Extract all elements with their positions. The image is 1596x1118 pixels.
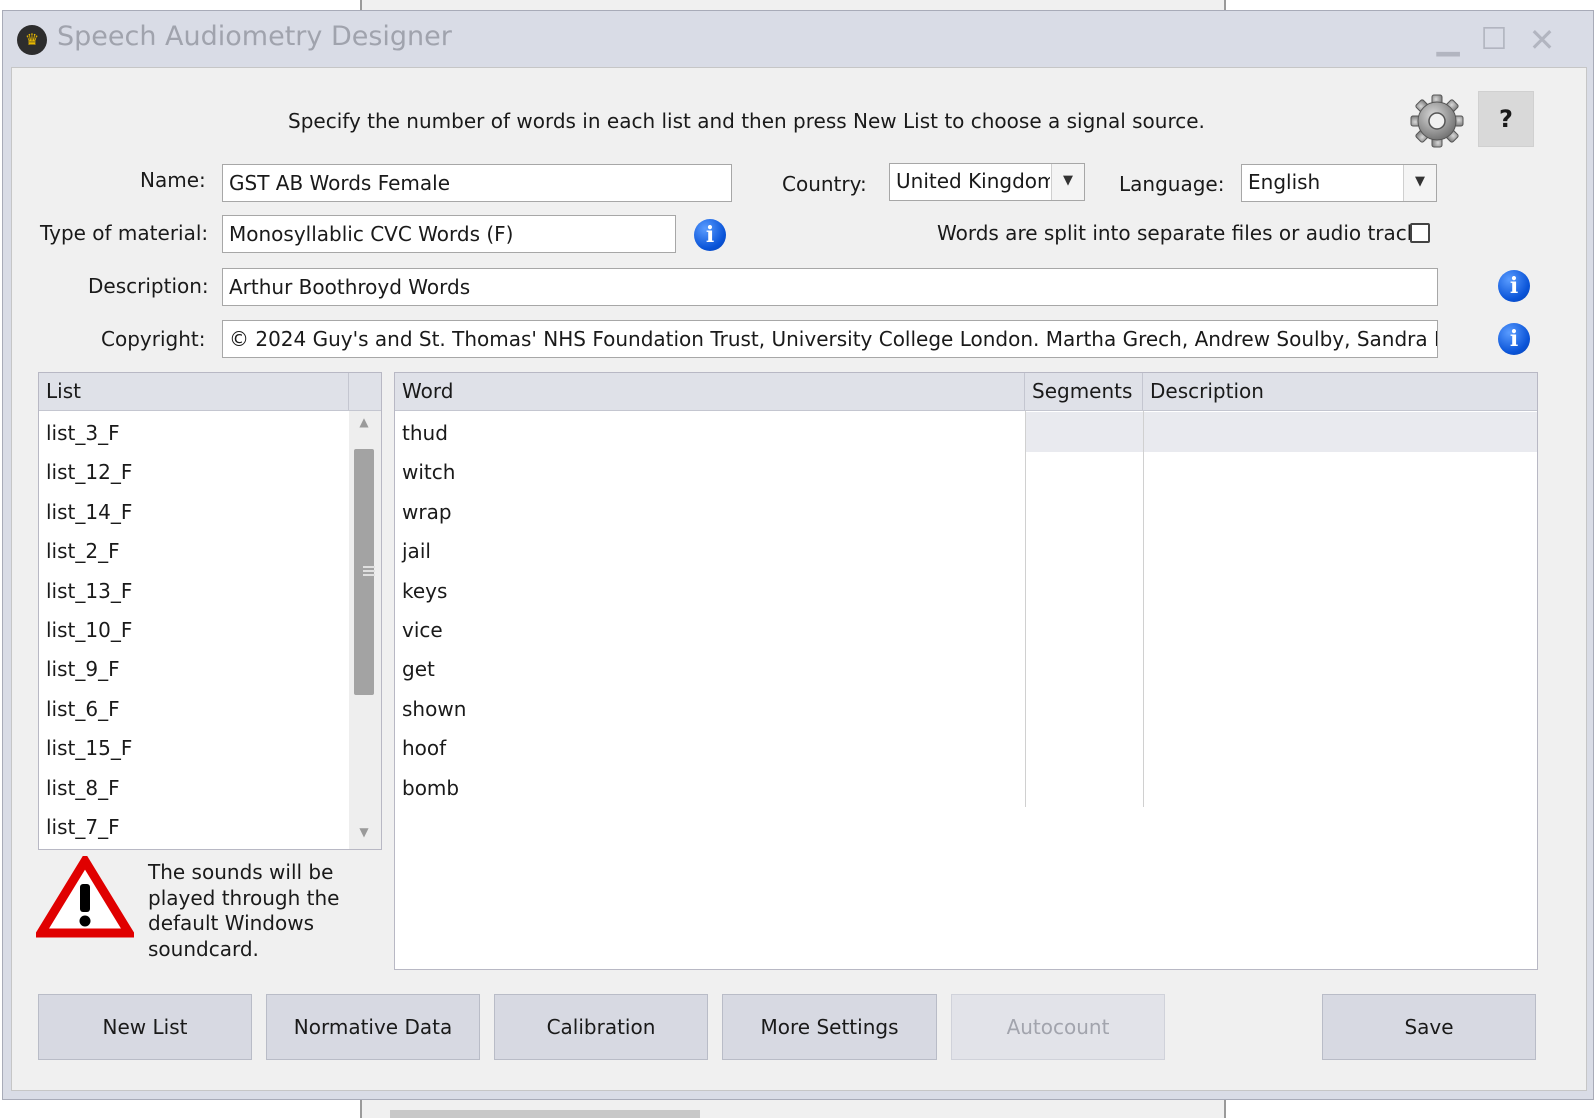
language-label: Language: <box>1119 172 1225 196</box>
country-label: Country: <box>782 172 867 196</box>
word-row[interactable]: thud <box>395 414 1022 453</box>
word-row[interactable]: bomb <box>395 769 1022 808</box>
language-value: English <box>1248 170 1321 194</box>
client-area: Specify the number of words in each list… <box>11 67 1587 1091</box>
list-item[interactable]: list_15_F <box>39 729 346 768</box>
settings-button[interactable] <box>1410 94 1464 148</box>
list-item[interactable]: list_12_F <box>39 453 346 492</box>
column-separator <box>1143 411 1144 807</box>
autocount-button[interactable]: Autocount <box>951 994 1165 1060</box>
info-icon[interactable]: i <box>694 219 726 251</box>
name-input[interactable]: GST AB Words Female <box>222 164 732 202</box>
split-checkbox[interactable] <box>1410 223 1430 243</box>
grip-line <box>363 566 375 568</box>
description-column-header[interactable]: Description <box>1143 373 1537 411</box>
list-column-header[interactable]: List <box>39 373 349 411</box>
scroll-thumb[interactable] <box>354 449 375 695</box>
main-window: ♛ Speech Audiometry Designer ▁ ☐ ✕ Speci… <box>2 10 1594 1100</box>
word-row[interactable]: get <box>395 650 1022 689</box>
copyright-label: Copyright: <box>101 327 206 351</box>
calibration-button[interactable]: Calibration <box>494 994 708 1060</box>
scroll-down-icon[interactable]: ▼ <box>349 825 379 839</box>
name-label: Name: <box>140 168 206 192</box>
material-input[interactable]: Monosyllablic CVC Words (F) <box>222 215 676 253</box>
segments-column-header[interactable]: Segments <box>1025 373 1143 411</box>
word-grid[interactable]: Word Segments Description thud witch wrap j… <box>394 372 1538 970</box>
window-title: Speech Audiometry Designer <box>57 21 452 52</box>
chevron-down-icon[interactable]: ▼ <box>1051 164 1084 200</box>
description-input[interactable]: Arthur Boothroyd Words <box>222 268 1438 306</box>
word-row[interactable]: vice <box>395 611 1022 650</box>
list-item[interactable]: list_7_F <box>39 808 346 847</box>
instruction-text: Specify the number of words in each list… <box>288 109 1205 133</box>
copyright-input[interactable]: © 2024 Guy's and St. Thomas' NHS Foundat… <box>222 320 1438 358</box>
list-item[interactable]: list_2_F <box>39 532 346 571</box>
word-column-header[interactable]: Word <box>395 373 1025 411</box>
list-item[interactable]: list_13_F <box>39 572 346 611</box>
background-scrollbar <box>390 1110 700 1118</box>
warning-text: The sounds will be played through the de… <box>148 860 340 961</box>
word-grid-header: Word Segments Description <box>395 373 1537 411</box>
close-button[interactable]: ✕ <box>1525 23 1559 57</box>
list-item[interactable]: list_10_F <box>39 611 346 650</box>
minimize-button[interactable]: ▁ <box>1431 23 1465 57</box>
list-grid-header: List <box>39 373 381 411</box>
list-item[interactable]: list_8_F <box>39 769 346 808</box>
material-label: Type of material: <box>40 221 209 245</box>
background-window-edge <box>360 0 1226 10</box>
selected-row-highlight <box>1026 412 1537 452</box>
maximize-button[interactable]: ☐ <box>1477 23 1511 57</box>
split-label: Words are split into separate files or a… <box>937 221 1429 245</box>
save-button[interactable]: Save <box>1322 994 1536 1060</box>
grip-line <box>363 574 375 576</box>
info-icon[interactable]: i <box>1498 323 1530 355</box>
new-list-button[interactable]: New List <box>38 994 252 1060</box>
word-row[interactable]: wrap <box>395 493 1022 532</box>
word-row[interactable]: shown <box>395 690 1022 729</box>
list-item[interactable]: list_3_F <box>39 414 346 453</box>
list-grid[interactable]: List list_3_F list_12_F list_14_F list_2_F l… <box>38 372 382 850</box>
list-item[interactable]: list_9_F <box>39 650 346 689</box>
country-value: United Kingdom <box>896 169 1050 193</box>
chevron-down-icon[interactable]: ▼ <box>1403 165 1436 201</box>
list-item[interactable]: list_6_F <box>39 690 346 729</box>
description-label: Description: <box>88 274 209 298</box>
warning-triangle-icon <box>36 856 134 938</box>
normative-data-button[interactable]: Normative Data <box>266 994 480 1060</box>
word-row[interactable]: witch <box>395 453 1022 492</box>
info-icon[interactable]: i <box>1498 270 1530 302</box>
title-bar[interactable]: ♛ Speech Audiometry Designer ▁ ☐ ✕ <box>3 11 1593 67</box>
list-scrollbar[interactable]: ▲ ▼ <box>349 411 381 849</box>
gear-icon <box>1410 94 1464 148</box>
grip-line <box>363 570 375 572</box>
app-crown-icon: ♛ <box>17 25 47 55</box>
word-row[interactable]: jail <box>395 532 1022 571</box>
language-select[interactable]: English ▼ <box>1241 164 1437 202</box>
help-button[interactable]: ? <box>1478 91 1534 147</box>
list-item[interactable]: list_14_F <box>39 493 346 532</box>
scroll-up-icon[interactable]: ▲ <box>349 415 379 429</box>
more-settings-button[interactable]: More Settings <box>722 994 937 1060</box>
country-select[interactable]: United Kingdom ▼ <box>889 163 1085 201</box>
column-separator <box>1025 411 1026 807</box>
word-row[interactable]: keys <box>395 572 1022 611</box>
word-row[interactable]: hoof <box>395 729 1022 768</box>
